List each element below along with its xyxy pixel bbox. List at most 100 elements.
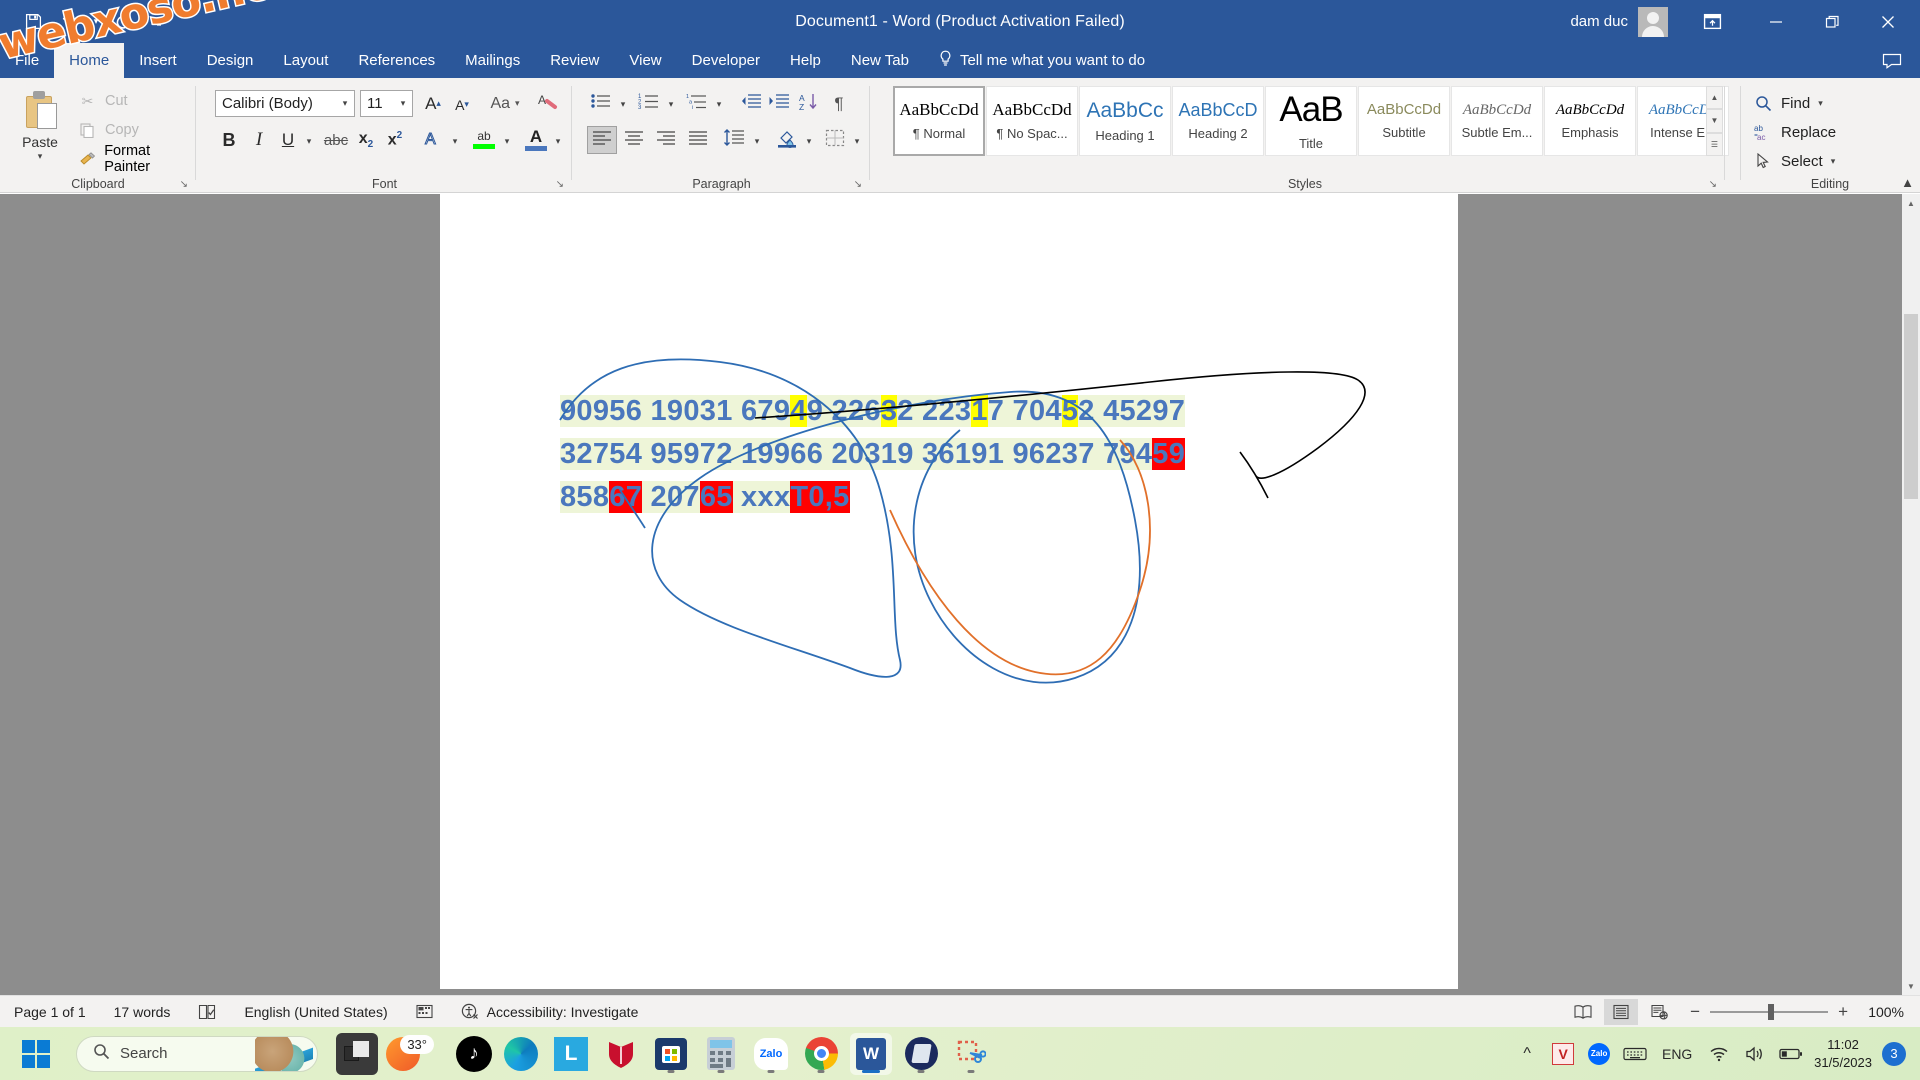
- tab-layout[interactable]: Layout: [268, 43, 343, 78]
- chevron-down-icon[interactable]: ▾: [1831, 156, 1836, 167]
- line-spacing-dropdown[interactable]: ▾: [749, 128, 765, 154]
- unikey-icon[interactable]: V: [1550, 1041, 1576, 1067]
- snipping-tool-icon[interactable]: [950, 1033, 992, 1075]
- zoom-in-button[interactable]: +: [1838, 1002, 1848, 1022]
- borders-button[interactable]: [821, 126, 849, 154]
- foxit-reader-icon[interactable]: [900, 1033, 942, 1075]
- task-view-icon[interactable]: [336, 1032, 378, 1075]
- font-name-box[interactable]: Calibri (Body) ▾: [215, 90, 355, 117]
- text-effects-dropdown[interactable]: ▾: [447, 128, 463, 154]
- zoom-slider[interactable]: [1710, 1003, 1829, 1020]
- page-indicator[interactable]: Page 1 of 1: [0, 996, 100, 1028]
- style-heading-1[interactable]: AaBbCc Heading 1: [1079, 86, 1171, 156]
- chrome-icon[interactable]: [800, 1033, 842, 1075]
- style-subtitle[interactable]: AaBbCcDd Subtitle: [1358, 86, 1450, 156]
- scroll-down-icon[interactable]: ▼: [1902, 977, 1920, 995]
- tell-me-box[interactable]: Tell me what you want to do: [924, 43, 1145, 78]
- styles-scroll-up-icon[interactable]: ▲: [1706, 86, 1723, 110]
- styles-scrollbar[interactable]: ▲ ▼ ☰: [1706, 86, 1723, 156]
- increase-indent-button[interactable]: [765, 90, 793, 117]
- find-button[interactable]: Find ▾: [1754, 91, 1823, 115]
- bold-button[interactable]: B: [215, 126, 243, 154]
- text-highlight-button[interactable]: ab: [469, 124, 499, 154]
- document-text[interactable]: 90956 19031 67949 22632 22317 70452 4529…: [560, 390, 1186, 519]
- clock[interactable]: 11:02 31/5/2023: [1814, 1036, 1872, 1071]
- close-button[interactable]: [1860, 0, 1916, 43]
- calculator-icon[interactable]: [700, 1033, 742, 1075]
- accessibility-status[interactable]: Accessibility: Investigate: [447, 996, 653, 1028]
- proofing-icon[interactable]: [184, 996, 230, 1028]
- word-count[interactable]: 17 words: [100, 996, 185, 1028]
- document-scrollbar[interactable]: ▲ ▼: [1902, 194, 1920, 995]
- avatar[interactable]: [1638, 6, 1668, 37]
- edge-icon[interactable]: [500, 1033, 542, 1075]
- read-mode-icon[interactable]: [1566, 999, 1600, 1025]
- print-layout-icon[interactable]: [1604, 998, 1639, 1025]
- styles-more-icon[interactable]: ☰: [1706, 132, 1723, 156]
- tab-developer[interactable]: Developer: [677, 43, 775, 78]
- redo-icon[interactable]: [106, 7, 140, 37]
- tab-references[interactable]: References: [343, 43, 450, 78]
- font-size-box[interactable]: 11 ▾: [360, 90, 413, 117]
- undo-icon[interactable]: [52, 7, 86, 37]
- font-color-button[interactable]: A: [521, 123, 551, 155]
- save-icon[interactable]: [16, 7, 50, 37]
- align-right-button[interactable]: [651, 126, 681, 154]
- paragraph-dialog-launcher[interactable]: ↘: [854, 179, 862, 190]
- sort-button[interactable]: AZ: [795, 90, 823, 117]
- collapse-ribbon-icon[interactable]: ▲: [1901, 175, 1914, 190]
- customize-qat-icon[interactable]: [142, 7, 176, 37]
- tab-new-tab[interactable]: New Tab: [836, 43, 924, 78]
- format-painter-button[interactable]: Format Painter: [78, 143, 196, 175]
- bullets-button[interactable]: [587, 90, 615, 117]
- battery-icon[interactable]: [1778, 1041, 1804, 1067]
- chevron-down-icon[interactable]: ▾: [38, 151, 43, 162]
- text-effects-button[interactable]: A: [419, 126, 447, 154]
- volume-icon[interactable]: [1742, 1041, 1768, 1067]
- underline-button[interactable]: U: [275, 126, 301, 154]
- tab-view[interactable]: View: [614, 43, 676, 78]
- align-center-button[interactable]: [619, 126, 649, 154]
- decrease-indent-button[interactable]: [737, 90, 765, 117]
- clipboard-dialog-launcher[interactable]: ↘: [180, 179, 188, 190]
- clear-formatting-button[interactable]: A: [533, 90, 563, 117]
- show-hidden-icons[interactable]: ^: [1514, 1041, 1540, 1067]
- zoom-slider-thumb[interactable]: [1768, 1003, 1775, 1020]
- zalo-tray-icon[interactable]: Zalo: [1586, 1041, 1612, 1067]
- zoom-level[interactable]: 100%: [1852, 1004, 1910, 1020]
- multilevel-list-button[interactable]: 1ai: [683, 90, 711, 117]
- show-marks-button[interactable]: ¶: [825, 90, 853, 117]
- underline-dropdown[interactable]: ▾: [301, 128, 317, 154]
- tab-mailings[interactable]: Mailings: [450, 43, 535, 78]
- shrink-font-button[interactable]: A ▾: [449, 91, 475, 118]
- highlight-dropdown[interactable]: ▾: [499, 128, 515, 154]
- scrollbar-thumb[interactable]: [1904, 314, 1918, 499]
- word-icon[interactable]: W: [850, 1032, 892, 1075]
- ribbon-display-options-icon[interactable]: [1690, 0, 1734, 43]
- restore-button[interactable]: [1804, 0, 1860, 43]
- font-dialog-launcher[interactable]: ↘: [556, 179, 564, 190]
- numbering-button[interactable]: 123: [635, 90, 663, 117]
- borders-dropdown[interactable]: ▾: [849, 128, 865, 154]
- paste-button[interactable]: Paste ▾: [8, 86, 72, 170]
- shading-dropdown[interactable]: ▾: [801, 128, 817, 154]
- style-heading-2[interactable]: AaBbCcD Heading 2: [1172, 86, 1264, 156]
- notification-badge[interactable]: 3: [1882, 1041, 1906, 1066]
- cut-button[interactable]: ✂ Cut: [78, 90, 128, 112]
- minimize-button[interactable]: [1748, 0, 1804, 43]
- style-title[interactable]: AaB Title: [1265, 86, 1357, 156]
- tiktok-icon[interactable]: ♪: [456, 1035, 492, 1072]
- tab-help[interactable]: Help: [775, 43, 836, 78]
- mcafee-icon[interactable]: [600, 1033, 642, 1075]
- styles-dialog-launcher[interactable]: ↘: [1709, 179, 1717, 190]
- tab-file[interactable]: File: [0, 43, 54, 78]
- shading-button[interactable]: [773, 126, 801, 154]
- styles-scroll-down-icon[interactable]: ▼: [1706, 109, 1723, 133]
- replace-button[interactable]: ab ac Replace: [1754, 120, 1836, 144]
- chevron-down-icon[interactable]: ▾: [1818, 98, 1823, 109]
- weather-widget[interactable]: 33°: [386, 1034, 434, 1071]
- style-no-spacing[interactable]: AaBbCcDd ¶ No Spac...: [986, 86, 1078, 156]
- chevron-down-icon[interactable]: ▾: [336, 98, 354, 109]
- web-layout-icon[interactable]: [1642, 999, 1676, 1025]
- tab-home[interactable]: Home: [54, 43, 125, 78]
